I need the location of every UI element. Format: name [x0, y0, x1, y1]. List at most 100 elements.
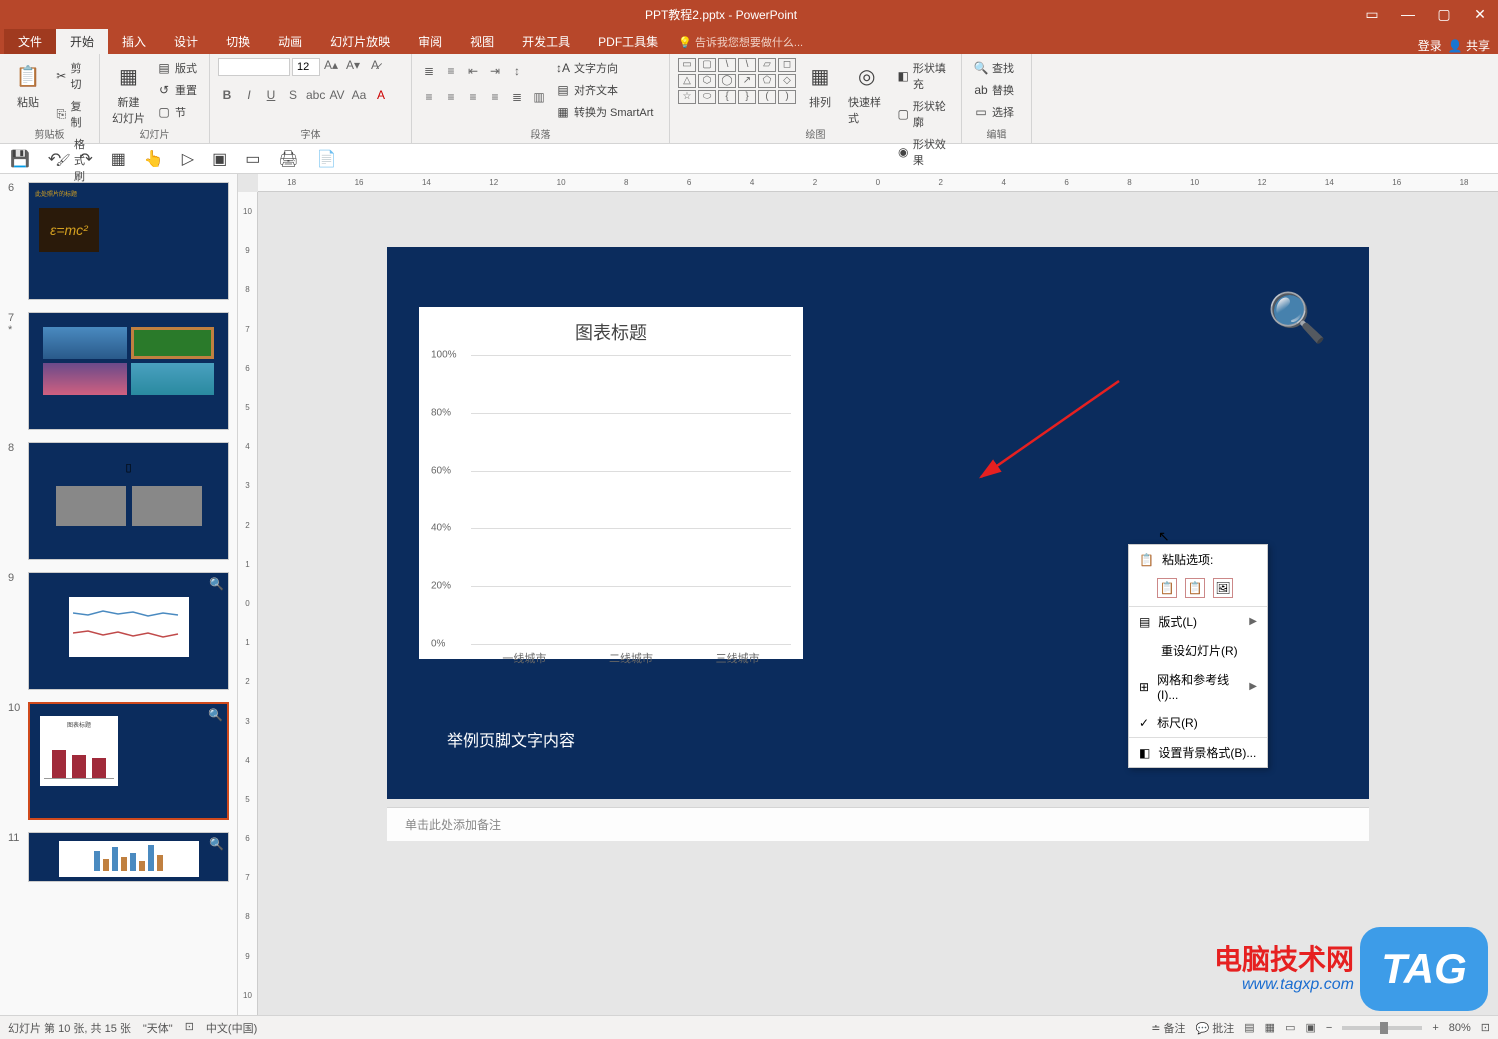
cm-grid[interactable]: ⊞网格和参考线(I)...▶: [1129, 665, 1267, 708]
font-name-input[interactable]: [218, 58, 290, 76]
arrange-button[interactable]: ▦排列: [800, 58, 840, 112]
zoom-in-button[interactable]: +: [1432, 1022, 1438, 1034]
justify-button[interactable]: ≡: [486, 90, 504, 104]
status-comments[interactable]: 💬 批注: [1195, 1020, 1234, 1036]
thumb-num-8: 8: [8, 442, 22, 560]
select-button[interactable]: ▭选择: [970, 102, 1018, 122]
tab-developer[interactable]: 开发工具: [508, 29, 584, 54]
view-normal-icon[interactable]: ▤: [1244, 1021, 1254, 1034]
case-button[interactable]: Aa: [350, 88, 368, 102]
find-button[interactable]: 🔍查找: [970, 58, 1018, 78]
maximize-icon[interactable]: ▢: [1430, 6, 1458, 23]
spacing-button[interactable]: AV: [328, 88, 346, 102]
zoom-out-button[interactable]: −: [1326, 1022, 1332, 1034]
fit-window-icon[interactable]: ⊡: [1481, 1021, 1490, 1034]
font-color-button[interactable]: A: [372, 88, 390, 102]
status-spellcheck-icon[interactable]: ⊡: [185, 1020, 194, 1036]
strike-button[interactable]: S: [284, 88, 302, 102]
tab-review[interactable]: 审阅: [404, 29, 456, 54]
qat-new-slide-icon[interactable]: ▦: [111, 149, 126, 169]
qat-file-icon[interactable]: 📄: [317, 149, 337, 169]
format-painter-button[interactable]: 🖌格式刷: [52, 134, 91, 186]
align-left-button[interactable]: ≡: [420, 90, 438, 104]
cm-format-bg[interactable]: ◧设置背景格式(B)...: [1129, 738, 1267, 767]
login-button[interactable]: 登录: [1418, 37, 1442, 54]
tab-transitions[interactable]: 切换: [212, 29, 264, 54]
new-slide-button[interactable]: ▦ 新建 幻灯片: [108, 58, 149, 128]
text-direction-button[interactable]: ↕A文字方向: [552, 58, 657, 78]
tab-insert[interactable]: 插入: [108, 29, 160, 54]
minimize-icon[interactable]: —: [1394, 6, 1422, 23]
tab-view[interactable]: 视图: [456, 29, 508, 54]
tab-animations[interactable]: 动画: [264, 29, 316, 54]
smartart-button[interactable]: ▦转换为 SmartArt: [552, 102, 657, 122]
paste-button[interactable]: 📋 粘贴: [8, 58, 48, 112]
paste-picture-icon[interactable]: 🖼: [1213, 578, 1233, 598]
thumbnail-8[interactable]: ▯: [28, 442, 229, 560]
replace-button[interactable]: ab替换: [970, 80, 1018, 100]
quick-styles-button[interactable]: ◎快速样式: [844, 58, 889, 128]
layout-button[interactable]: ▤版式: [153, 58, 201, 78]
align-text-button[interactable]: ▤对齐文本: [552, 80, 657, 100]
ribbon-options-icon[interactable]: ▭: [1358, 6, 1386, 23]
zoom-level[interactable]: 80%: [1449, 1022, 1471, 1034]
decrease-font-icon[interactable]: A▾: [344, 58, 362, 76]
tell-me-input[interactable]: 💡 告诉我您想要做什么...: [672, 30, 809, 54]
thumbnail-panel[interactable]: 6 此处照片的标题 ε=mc² 7* 8 ▯: [0, 174, 238, 1015]
bullets-button[interactable]: ≣: [420, 64, 438, 78]
clipboard-icon: 📋: [12, 60, 44, 92]
view-sorter-icon[interactable]: ▦: [1265, 1021, 1275, 1034]
status-language[interactable]: 中文(中国): [206, 1020, 257, 1036]
bold-button[interactable]: B: [218, 88, 236, 102]
close-icon[interactable]: ✕: [1466, 6, 1494, 23]
cm-layout[interactable]: ▤版式(L)▶: [1129, 607, 1267, 636]
shadow-button[interactable]: abc: [306, 88, 324, 102]
paste-dest-theme-icon[interactable]: 📋: [1157, 578, 1177, 598]
thumbnail-7[interactable]: [28, 312, 229, 430]
tab-home[interactable]: 开始: [56, 29, 108, 54]
qat-from-current-icon[interactable]: ▣: [212, 149, 227, 169]
align-center-button[interactable]: ≡: [442, 90, 460, 104]
numbering-button[interactable]: ≡: [442, 64, 460, 78]
share-button[interactable]: 👤 共享: [1448, 37, 1490, 54]
thumbnail-10[interactable]: 🔍 图表标题: [28, 702, 229, 820]
reset-icon: ↺: [157, 83, 171, 97]
underline-button[interactable]: U: [262, 88, 280, 102]
tab-file[interactable]: 文件: [4, 29, 56, 54]
thumbnail-11[interactable]: 🔍: [28, 832, 229, 882]
qat-touch-icon[interactable]: 👆: [144, 149, 164, 169]
italic-button[interactable]: I: [240, 88, 258, 102]
decrease-indent-button[interactable]: ⇤: [464, 64, 482, 78]
tab-pdf[interactable]: PDF工具集: [584, 29, 672, 54]
clear-format-icon[interactable]: A̷: [366, 58, 384, 76]
qat-start-icon[interactable]: ▷: [182, 149, 194, 169]
section-button[interactable]: ▢节: [153, 102, 201, 122]
reset-button[interactable]: ↺重置: [153, 80, 201, 100]
align-right-button[interactable]: ≡: [464, 90, 482, 104]
cm-ruler[interactable]: ✓标尺(R): [1129, 708, 1267, 737]
qat-print-icon[interactable]: 🖨: [278, 149, 298, 169]
zoom-slider[interactable]: [1342, 1026, 1422, 1030]
notes-pane[interactable]: 单击此处添加备注: [387, 807, 1369, 841]
thumbnail-9[interactable]: 🔍: [28, 572, 229, 690]
tab-design[interactable]: 设计: [160, 29, 212, 54]
view-slideshow-icon[interactable]: ▣: [1305, 1021, 1315, 1034]
font-size-input[interactable]: [292, 58, 320, 76]
columns-button[interactable]: ▥: [530, 90, 548, 104]
chart-x-label: 二线城市: [591, 650, 671, 666]
chart-object[interactable]: 图表标题 0%20%40%60%80%100%一线城市二线城市三线城市: [419, 307, 803, 659]
view-reading-icon[interactable]: ▭: [1285, 1021, 1295, 1034]
cm-reset-slide[interactable]: 重设幻灯片(R): [1129, 636, 1267, 665]
shape-fill-button[interactable]: ◧形状填充: [893, 58, 953, 94]
qat-presenter-icon[interactable]: ▭: [245, 149, 260, 169]
increase-font-icon[interactable]: A▴: [322, 58, 340, 76]
cut-button[interactable]: ✂剪切: [52, 58, 91, 94]
paste-keep-source-icon[interactable]: 📋: [1185, 578, 1205, 598]
increase-indent-button[interactable]: ⇥: [486, 64, 504, 78]
shapes-gallery[interactable]: ▭▢\\▱◻ △⬡◯↗⬠◇ ☆⬭{}(): [678, 58, 796, 104]
status-notes[interactable]: ≐ 备注: [1151, 1020, 1185, 1036]
thumbnail-6[interactable]: 此处照片的标题 ε=mc²: [28, 182, 229, 300]
tab-slideshow[interactable]: 幻灯片放映: [316, 29, 404, 54]
line-spacing-button[interactable]: ↕: [508, 64, 526, 78]
distribute-button[interactable]: ≣: [508, 90, 526, 104]
